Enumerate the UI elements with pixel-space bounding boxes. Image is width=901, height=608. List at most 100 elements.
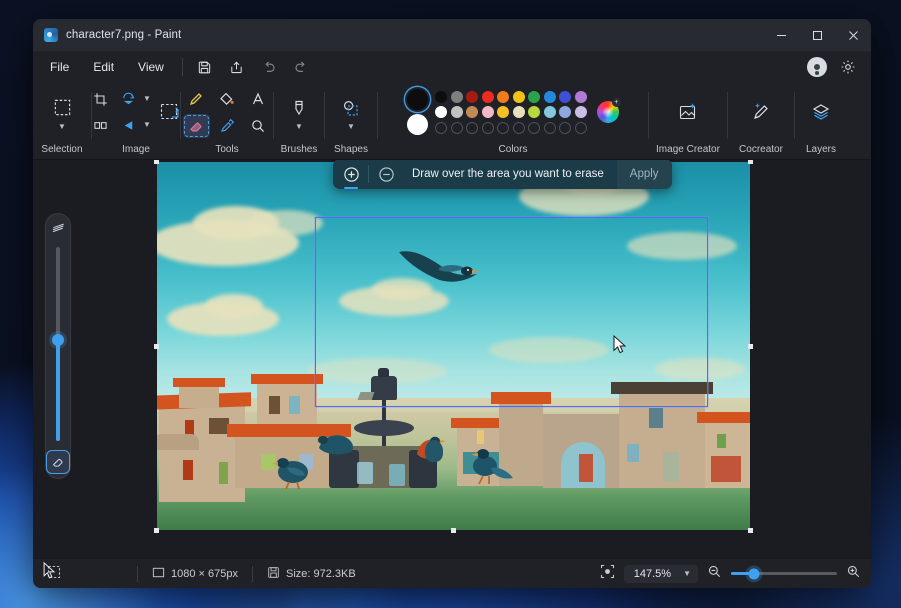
color-swatch[interactable] [528, 90, 541, 103]
shapes-icon[interactable] [336, 94, 366, 122]
color-swatch[interactable] [543, 90, 556, 103]
resize-handle-e[interactable] [748, 344, 753, 349]
color-swatch[interactable] [481, 121, 494, 134]
minimize-button[interactable] [763, 19, 799, 51]
cocreator-icon[interactable] [745, 97, 777, 127]
window [627, 444, 639, 462]
resize-handle-ne[interactable] [748, 160, 753, 164]
zoom-out-icon[interactable] [707, 564, 722, 584]
chevron-down-icon[interactable]: ▼ [347, 122, 355, 131]
text-tool-icon[interactable] [245, 87, 272, 111]
color-swatch[interactable] [450, 106, 463, 118]
zoom-slider-thumb[interactable] [748, 568, 760, 579]
eraser-size-slider-thumb[interactable] [52, 334, 64, 347]
zoom-slider[interactable] [731, 568, 837, 579]
color-swatch[interactable] [543, 121, 556, 134]
save-icon[interactable] [190, 54, 220, 80]
share-icon[interactable] [222, 54, 252, 80]
color-swatch[interactable] [574, 121, 587, 134]
secondary-color-swatch[interactable] [407, 114, 429, 135]
pencil-tool-icon[interactable] [183, 87, 210, 111]
gear-icon[interactable] [833, 54, 863, 80]
rotate-icon[interactable] [115, 87, 142, 111]
magnifier-tool-icon[interactable] [245, 114, 272, 138]
color-swatch[interactable] [512, 106, 525, 118]
color-swatch[interactable] [559, 90, 572, 103]
window [183, 460, 193, 480]
chevron-down-icon[interactable]: ▼ [58, 122, 66, 131]
redo-icon[interactable] [286, 54, 316, 80]
color-swatch[interactable] [435, 121, 448, 134]
erase-toolbar-divider [368, 165, 369, 183]
zoom-level-value: 147.5% [633, 567, 672, 580]
color-swatch[interactable] [574, 90, 587, 103]
menu-view[interactable]: View [127, 55, 175, 79]
brush-size-icon[interactable] [51, 221, 66, 239]
eraser-size-slider[interactable] [52, 247, 64, 441]
crop-icon[interactable] [87, 87, 114, 111]
color-swatch[interactable] [497, 90, 510, 103]
resize-handle-sw[interactable] [154, 528, 159, 533]
selection-marquee[interactable] [315, 217, 708, 407]
undo-icon[interactable] [254, 54, 284, 80]
color-swatch[interactable] [559, 106, 572, 118]
color-palette: + [407, 89, 621, 135]
chevron-down-icon[interactable]: ▼ [683, 569, 691, 578]
resize-handle-w[interactable] [154, 344, 159, 349]
chevron-down-icon[interactable]: ▼ [143, 121, 151, 129]
ribbon-group-selection: ▼ Selection [33, 83, 91, 159]
subtract-area-icon[interactable] [372, 162, 400, 186]
menu-edit[interactable]: Edit [82, 55, 125, 79]
account-icon[interactable] [807, 57, 827, 77]
rectangular-selection-icon[interactable] [47, 94, 77, 122]
color-swatch[interactable] [497, 106, 510, 118]
color-swatch[interactable] [466, 106, 479, 118]
fill-tool-icon[interactable] [214, 87, 241, 111]
eraser-tool-icon[interactable] [182, 113, 210, 138]
brushes-icon[interactable] [284, 94, 314, 122]
color-swatch[interactable] [481, 106, 494, 118]
primary-color-swatch[interactable] [407, 89, 429, 110]
chevron-down-icon[interactable]: ▼ [295, 122, 303, 131]
resize-handle-nw[interactable] [154, 160, 159, 164]
layers-icon[interactable] [806, 97, 836, 127]
maximize-button[interactable] [799, 19, 835, 51]
color-swatch[interactable] [528, 106, 541, 118]
color-swatch[interactable] [435, 90, 448, 103]
close-button[interactable] [835, 19, 871, 51]
color-swatch[interactable] [512, 121, 525, 134]
eyedropper-tool-icon[interactable] [214, 114, 241, 138]
color-swatch[interactable] [559, 121, 572, 134]
color-swatch[interactable] [435, 106, 448, 118]
color-swatch[interactable] [543, 106, 556, 118]
color-swatch[interactable] [466, 90, 479, 103]
chevron-down-icon[interactable]: ▼ [143, 95, 151, 103]
apply-button[interactable]: Apply [616, 160, 672, 189]
title-bar: character7.png - Paint [33, 19, 871, 51]
resize-handle-s[interactable] [451, 528, 456, 533]
color-swatch[interactable] [466, 121, 479, 134]
color-swatch[interactable] [481, 90, 494, 103]
color-wheel-icon[interactable]: + [596, 98, 621, 123]
eraser-icon[interactable] [46, 450, 70, 474]
menu-file[interactable]: File [39, 55, 80, 79]
flip-icon[interactable] [115, 113, 142, 137]
zoom-level-select[interactable]: 147.5% ▼ [623, 564, 698, 583]
color-swatch[interactable] [450, 90, 463, 103]
color-swatch[interactable] [574, 106, 587, 118]
zoom-in-icon[interactable] [846, 564, 861, 584]
resize-icon[interactable] [87, 113, 114, 137]
add-color-badge[interactable]: + [611, 98, 621, 107]
color-swatch[interactable] [512, 90, 525, 103]
image-canvas[interactable] [157, 162, 750, 530]
fit-to-window-icon[interactable] [600, 564, 615, 584]
door [663, 452, 679, 482]
image-creator-icon[interactable] [671, 97, 705, 127]
ribbon-group-image-creator-label: Image Creator [656, 144, 720, 155]
resize-handle-se[interactable] [748, 528, 753, 533]
add-area-icon[interactable] [337, 162, 365, 189]
color-swatch[interactable] [528, 121, 541, 134]
color-swatch[interactable] [497, 121, 510, 134]
door [579, 454, 593, 482]
color-swatch[interactable] [450, 121, 463, 134]
